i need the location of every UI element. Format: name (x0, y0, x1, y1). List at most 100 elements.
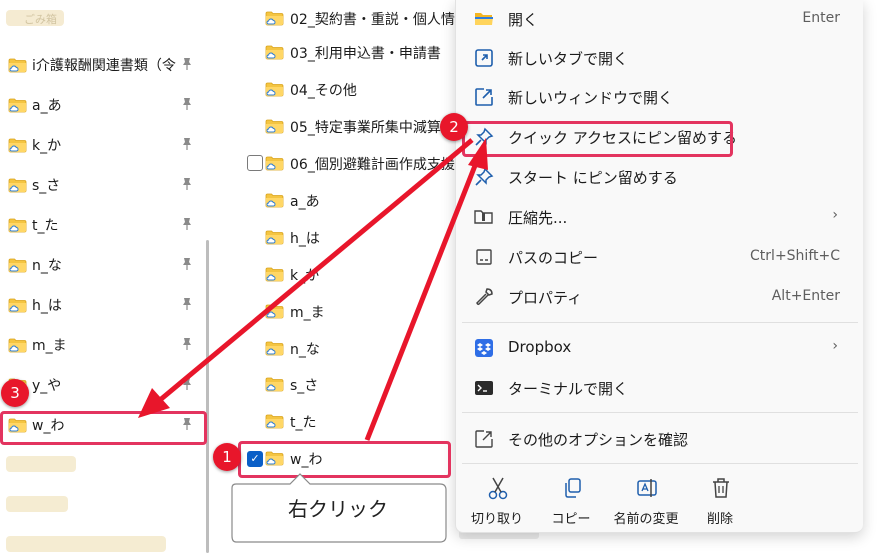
sidebar-item-label: s_さ (32, 178, 61, 194)
list-item[interactable]: 05_特定事業所集中減算 (239, 108, 469, 144)
navigation-pane: ごみ箱 i介護報酬関連書類（令 a_あ k_か s_さ t_た n_な h_は … (0, 0, 207, 553)
menu-item-new-tab[interactable]: 新しいタブで開く (462, 39, 858, 77)
sidebar-blurred-item[interactable] (6, 456, 76, 472)
sidebar-item-s[interactable]: s_さ (2, 166, 198, 202)
menu-item-shortcut: Ctrl+Shift+C (750, 248, 840, 264)
chevron-right-icon: › (832, 338, 838, 354)
file-name: a_あ (290, 194, 320, 210)
action-label: 名前の変更 (613, 512, 679, 527)
pin-icon[interactable] (180, 217, 194, 231)
list-item[interactable]: s_さ (239, 366, 469, 402)
sidebar-item-label: y_や (32, 378, 62, 394)
cloud-folder-icon (8, 218, 27, 233)
list-item[interactable]: t_た (239, 403, 469, 439)
sidebar-item-h[interactable]: h_は (2, 286, 198, 322)
menu-item-properties[interactable]: プロパティ Alt+Enter (462, 278, 858, 316)
cut-button[interactable]: 切り取り (462, 472, 532, 528)
list-item[interactable]: m_ま (239, 293, 469, 329)
menu-item-new-window[interactable]: 新しいウィンドウで開く (462, 78, 858, 116)
highlight-box-menu-item (462, 121, 733, 157)
trash-icon (713, 478, 729, 498)
menu-item-copy-path[interactable]: パスのコピー Ctrl+Shift+C (462, 238, 858, 276)
copy-path-icon (476, 249, 492, 265)
cloud-folder-icon (8, 138, 27, 153)
menu-item-label: 新しいタブで開く (508, 50, 629, 68)
step-badge-1: 1 (213, 443, 241, 471)
pin-icon[interactable] (180, 377, 194, 391)
pin-icon[interactable] (180, 97, 194, 111)
action-label: 切り取り (470, 512, 523, 527)
cloud-folder-icon (8, 258, 27, 273)
row-checkbox[interactable] (247, 155, 263, 171)
menu-item-terminal[interactable]: ターミナルで開く (462, 369, 858, 407)
sidebar-item-y[interactable]: y_や (2, 366, 198, 402)
sidebar-item-kaigo[interactable]: i介護報酬関連書類（令 (2, 46, 198, 82)
scissors-icon (488, 477, 508, 500)
list-item[interactable]: 04_その他 (239, 71, 469, 107)
menu-item-label: 圧縮先... (508, 209, 568, 227)
copy-icon (565, 478, 581, 498)
pin-icon[interactable] (180, 337, 194, 351)
highlight-box-sidebar (0, 411, 207, 445)
sidebar-item-label: t_た (32, 218, 59, 234)
sidebar-item-label: m_ま (32, 338, 67, 354)
action-label: 削除 (706, 512, 733, 527)
menu-item-label: Dropbox (508, 338, 572, 356)
menu-item-label: プロパティ (508, 289, 583, 307)
list-item[interactable]: k_か (239, 256, 469, 292)
cloud-folder-icon (265, 82, 284, 97)
menu-separator (462, 463, 858, 464)
wrench-icon (476, 288, 493, 306)
delete-button[interactable]: 削除 (685, 472, 755, 528)
copy-button[interactable]: コピー (536, 472, 606, 528)
cloud-folder-icon (8, 58, 27, 73)
zip-icon (474, 210, 493, 224)
sidebar-partial-item[interactable]: ごみ箱 (6, 10, 64, 26)
cloud-folder-icon (265, 11, 284, 26)
callout-text: 右クリック (288, 497, 388, 521)
menu-item-label: パスのコピー (508, 249, 599, 267)
list-item[interactable]: h_は (239, 219, 469, 255)
list-item[interactable]: n_な (239, 330, 469, 366)
menu-item-pin-start[interactable]: スタート にピン留めする (462, 158, 858, 196)
list-item[interactable]: a_あ (239, 182, 469, 218)
sidebar-blurred-item[interactable] (6, 536, 166, 552)
menu-item-open[interactable]: 開く Enter (462, 0, 858, 38)
sidebar-item-t[interactable]: t_た (2, 206, 198, 242)
menu-item-compress[interactable]: 圧縮先... › (462, 198, 858, 236)
menu-item-label: その他のオプションを確認 (508, 431, 689, 449)
pin-icon[interactable] (180, 57, 194, 71)
step-badge-2: 2 (440, 113, 468, 141)
menu-item-label: ターミナルで開く (508, 380, 629, 398)
menu-item-dropbox[interactable]: Dropbox › (462, 329, 858, 367)
file-name: k_か (290, 268, 320, 284)
cloud-folder-icon (265, 267, 284, 282)
action-label: コピー (551, 512, 591, 527)
file-name: 04_その他 (290, 83, 357, 99)
sidebar-item-n[interactable]: n_な (2, 246, 198, 282)
pin-icon[interactable] (180, 137, 194, 151)
terminal-icon (475, 381, 493, 395)
new-window-icon (475, 88, 493, 106)
highlight-box-selected-row (238, 441, 451, 478)
rename-button[interactable]: 名前の変更 (611, 472, 681, 528)
sidebar-partial-label: ごみ箱 (24, 13, 57, 26)
sidebar-item-a[interactable]: a_あ (2, 86, 198, 122)
sidebar-item-m[interactable]: m_ま (2, 326, 198, 362)
sidebar-item-label: i介護報酬関連書類（令 (32, 58, 176, 74)
sidebar-blurred-item[interactable] (6, 496, 68, 512)
list-item[interactable]: 02_契約書・重説・個人情報 (239, 0, 469, 36)
cloud-folder-icon (265, 193, 284, 208)
cloud-folder-icon (265, 414, 284, 429)
file-name: m_ま (290, 305, 325, 321)
dropbox-icon (475, 339, 493, 357)
pin-icon[interactable] (180, 257, 194, 271)
pin-icon[interactable] (180, 297, 194, 311)
cloud-folder-icon (265, 45, 284, 60)
sidebar-item-k[interactable]: k_か (2, 126, 198, 162)
list-item[interactable]: 03_利用申込書・申請書 (239, 34, 469, 70)
menu-item-more-options[interactable]: その他のオプションを確認 (462, 420, 858, 458)
pin-icon[interactable] (180, 177, 194, 191)
menu-item-shortcut: Alt+Enter (771, 288, 840, 304)
list-item[interactable]: 06_個別避難計画作成支援 (239, 145, 469, 181)
